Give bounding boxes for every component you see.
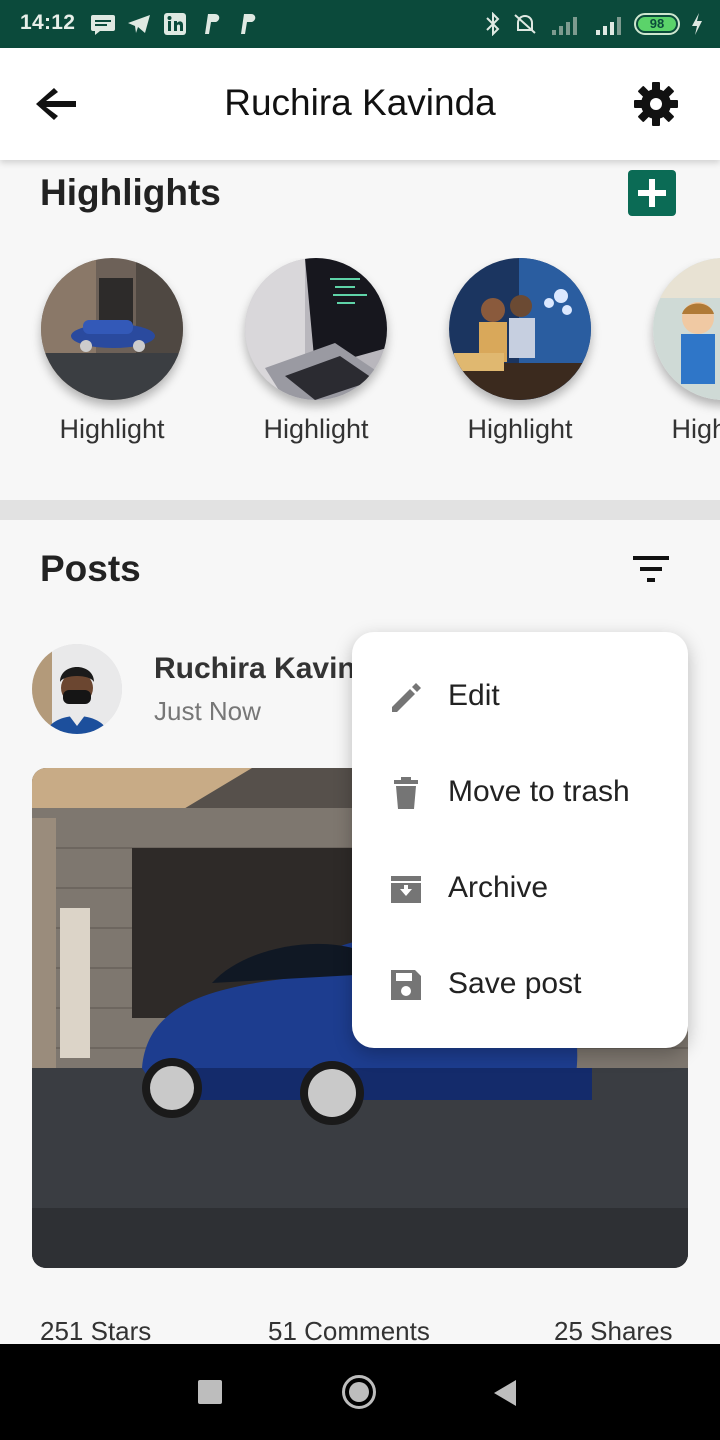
comments-count[interactable]: 51 Comments xyxy=(268,1316,430,1347)
recents-button[interactable] xyxy=(198,1380,222,1404)
highlight-label: Highlight xyxy=(467,414,573,444)
avatar[interactable] xyxy=(32,644,122,734)
save-icon xyxy=(391,970,421,1000)
highlight-item[interactable]: Highlight xyxy=(216,258,416,445)
menu-item-move-to-trash[interactable]: Move to trash xyxy=(352,745,688,841)
signal-4g-icon xyxy=(552,17,577,35)
highlight-item[interactable]: Highlight xyxy=(12,258,212,445)
highlight-image-kids xyxy=(653,258,720,400)
highlight-item[interactable]: Highlight xyxy=(624,258,720,445)
linkedin-icon xyxy=(164,13,186,35)
system-nav-bar xyxy=(0,1344,720,1440)
highlight-image-laptop xyxy=(245,258,387,400)
back-button[interactable] xyxy=(494,1380,516,1406)
trash-icon xyxy=(394,777,418,809)
highlight-label: Highlight xyxy=(263,414,369,444)
menu-item-archive[interactable]: Archive xyxy=(352,841,688,937)
menu-item-save-post[interactable]: Save post xyxy=(352,937,688,1033)
menu-label: Move to trash xyxy=(448,775,630,808)
post-time: Just Now xyxy=(154,696,261,726)
charging-icon xyxy=(692,13,702,35)
highlights-title: Highlights xyxy=(40,172,221,213)
silent-icon xyxy=(514,14,536,34)
status-bar: 14:12 98 xyxy=(0,0,720,48)
message-icon xyxy=(91,15,115,35)
highlights-row: Highlight Highlight Highlight High xyxy=(0,258,720,458)
highlight-image-car xyxy=(41,258,183,400)
highlight-label: Highlight xyxy=(59,414,165,444)
add-highlight-button[interactable] xyxy=(628,170,676,216)
highlight-item[interactable]: Highlight xyxy=(420,258,620,445)
menu-label: Edit xyxy=(448,679,500,712)
home-button[interactable] xyxy=(342,1375,376,1409)
archive-icon xyxy=(391,876,421,903)
pencil-icon xyxy=(392,683,421,712)
paypal-icon xyxy=(241,14,256,34)
battery-level: 98 xyxy=(649,16,665,31)
highlight-label: Highlight xyxy=(671,414,720,444)
gear-icon[interactable] xyxy=(632,80,680,128)
menu-label: Archive xyxy=(448,871,549,904)
battery-icon: 98 xyxy=(634,13,680,35)
status-time: 14:12 xyxy=(20,11,76,34)
plus-icon xyxy=(638,179,666,207)
shares-count[interactable]: 25 Shares xyxy=(554,1316,673,1347)
menu-label: Save post xyxy=(448,967,582,1000)
filter-icon[interactable] xyxy=(630,554,674,584)
stars-count[interactable]: 251 Stars xyxy=(40,1316,151,1347)
telegram-icon xyxy=(128,15,150,33)
highlight-image-developers xyxy=(449,258,591,400)
menu-item-edit[interactable]: Edit xyxy=(352,649,688,745)
section-divider xyxy=(0,500,720,520)
bluetooth-icon xyxy=(486,12,500,36)
signal-icon xyxy=(596,17,621,35)
post-stats: 251 Stars 51 Comments 25 Shares xyxy=(0,1316,720,1346)
paypal-icon xyxy=(205,14,220,34)
post-options-menu: Edit Move to trash Archive Save post xyxy=(352,632,688,1048)
app-bar: Ruchira Kavinda xyxy=(0,48,720,160)
posts-title: Posts xyxy=(40,548,141,589)
page-title: Ruchira Kavinda xyxy=(224,82,496,123)
system-icons: 98 xyxy=(484,12,704,36)
notification-icons xyxy=(90,12,260,36)
